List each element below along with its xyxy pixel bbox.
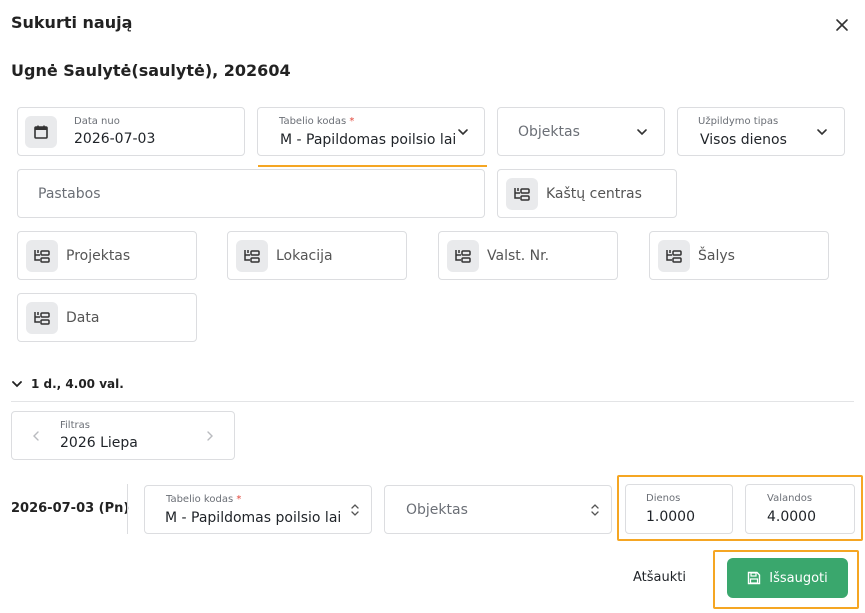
countries-label: Šalys xyxy=(698,248,735,264)
filter-value: 2026 Liepa xyxy=(60,435,138,451)
active-field-underline xyxy=(258,165,487,167)
tree-structure-icon xyxy=(236,240,268,272)
close-icon[interactable] xyxy=(833,16,851,34)
save-label: Išsaugoti xyxy=(769,570,828,586)
row-object-select[interactable]: Objektas xyxy=(384,485,612,534)
chevron-down-icon xyxy=(458,129,468,136)
employee-subtitle: Ugnė Saulytė(saulytė), 202604 xyxy=(11,61,291,80)
tree-structure-icon xyxy=(26,240,58,272)
days-input[interactable]: Dienos 1.0000 xyxy=(625,484,733,534)
fill-type-value: Visos dienos xyxy=(700,132,787,148)
fill-type-select[interactable]: Užpildymo tipas Visos dienos xyxy=(677,107,845,156)
data-label: Data xyxy=(66,310,100,326)
dialog-title: Sukurti naują xyxy=(11,13,133,32)
row-date: 2026-07-03 (Pn) xyxy=(11,501,130,516)
notes-input[interactable]: Pastabos xyxy=(17,169,485,218)
cancel-button[interactable]: Atšaukti xyxy=(633,570,686,585)
save-button[interactable]: Išsaugoti xyxy=(727,558,848,598)
fill-type-label: Užpildymo tipas xyxy=(698,116,779,127)
timesheet-code-value: M - Papildomas poilsio laik xyxy=(280,132,455,148)
object-select[interactable]: Objektas xyxy=(497,107,665,156)
location-label: Lokacija xyxy=(276,248,333,264)
data-field[interactable]: Data xyxy=(17,293,197,342)
row-object-placeholder: Objektas xyxy=(406,502,468,518)
row-separator xyxy=(127,484,128,534)
date-from-field[interactable]: Data nuo 2026-07-03 xyxy=(17,107,245,156)
chevron-left-icon[interactable] xyxy=(29,429,43,443)
cost-center-field[interactable]: Kaštų centras xyxy=(497,169,677,218)
timesheet-code-select[interactable]: Tabelio kodas * M - Papildomas poilsio l… xyxy=(257,107,485,156)
notes-placeholder: Pastabos xyxy=(38,186,101,202)
tree-structure-icon xyxy=(26,302,58,334)
floppy-disk-icon xyxy=(748,571,761,585)
date-from-value: 2026-07-03 xyxy=(74,131,156,147)
chevron-down-icon xyxy=(817,129,827,136)
summary-toggle[interactable]: 1 d., 4.00 val. xyxy=(11,377,124,391)
hours-input[interactable]: Valandos 4.0000 xyxy=(745,484,855,534)
project-label: Projektas xyxy=(66,248,131,264)
tree-structure-icon xyxy=(506,178,538,210)
countries-field[interactable]: Šalys xyxy=(649,231,829,280)
location-field[interactable]: Lokacija xyxy=(227,231,407,280)
days-label: Dienos xyxy=(646,493,681,504)
filter-label: Filtras xyxy=(60,420,90,431)
sort-arrows-icon xyxy=(351,504,359,516)
object-placeholder: Objektas xyxy=(518,124,580,140)
summary-text: 1 d., 4.00 val. xyxy=(31,377,124,391)
plate-number-field[interactable]: Valst. Nr. xyxy=(438,231,618,280)
tree-structure-icon xyxy=(447,240,479,272)
calendar-icon xyxy=(25,116,57,148)
chevron-down-icon xyxy=(12,381,22,388)
sort-arrows-icon xyxy=(591,504,599,516)
cost-center-label: Kaštų centras xyxy=(546,186,642,202)
chevron-down-icon xyxy=(637,129,647,136)
days-value: 1.0000 xyxy=(646,509,695,525)
date-from-label: Data nuo xyxy=(74,116,120,127)
row-timesheet-code-label: Tabelio kodas * xyxy=(166,494,242,505)
project-field[interactable]: Projektas xyxy=(17,231,197,280)
timesheet-code-label: Tabelio kodas * xyxy=(279,116,355,127)
row-timesheet-code-value: M - Papildomas poilsio laika xyxy=(165,510,341,526)
chevron-right-icon[interactable] xyxy=(203,429,217,443)
plate-number-label: Valst. Nr. xyxy=(487,248,550,264)
hours-label: Valandos xyxy=(767,493,813,504)
tree-structure-icon xyxy=(658,240,690,272)
hours-value: 4.0000 xyxy=(767,509,816,525)
period-filter[interactable]: Filtras 2026 Liepa xyxy=(11,411,235,460)
row-timesheet-code-select[interactable]: Tabelio kodas * M - Papildomas poilsio l… xyxy=(144,485,372,534)
divider xyxy=(11,401,854,402)
